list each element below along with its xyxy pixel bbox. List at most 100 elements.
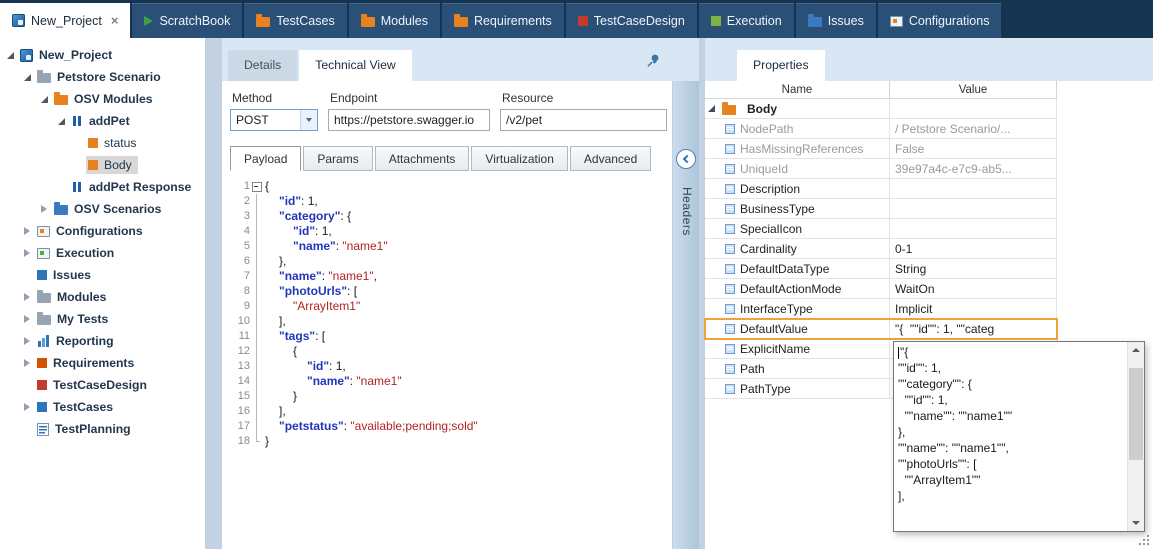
resize-grip[interactable] — [1138, 534, 1151, 547]
collapse-arrow-icon[interactable] — [21, 335, 33, 347]
popup-line: ""id"": 1, — [898, 392, 1123, 408]
outline-marker — [250, 359, 263, 374]
outline-marker — [250, 269, 263, 284]
outline-marker[interactable] — [250, 179, 263, 194]
tree-item-reporting[interactable]: Reporting — [0, 330, 205, 352]
tab-params[interactable]: Params — [303, 146, 372, 171]
tab-testcasedesign[interactable]: TestCaseDesign — [566, 3, 697, 38]
property-row-interfacetype[interactable]: InterfaceType Implicit — [705, 299, 1057, 319]
tab-technical-view[interactable]: Technical View — [299, 50, 411, 81]
endpoint-input[interactable] — [328, 109, 490, 131]
tree-item-requirements[interactable]: Requirements — [0, 352, 205, 374]
close-tab-icon[interactable]: × — [111, 14, 119, 27]
popup-text[interactable]: "{""id"": 1,""category"": { ""id"": 1, "… — [895, 343, 1126, 530]
chevron-down-icon[interactable] — [300, 110, 317, 130]
tab-configurations[interactable]: Configurations — [878, 3, 1002, 38]
property-row-defaultvalue[interactable]: DefaultValue "{ ""id"": 1, ""categ — [705, 319, 1057, 339]
code-lines[interactable]: {"id": 1,"category": {"id": 1,"name": "n… — [263, 179, 672, 449]
expand-arrow-icon[interactable] — [21, 71, 33, 83]
collapse-arrow-icon[interactable] — [21, 225, 33, 237]
expand-arrow-icon[interactable] — [38, 93, 50, 105]
outline-marker — [250, 254, 263, 269]
scrollbar-thumb[interactable] — [1129, 368, 1143, 460]
tab-payload[interactable]: Payload — [230, 146, 301, 171]
tab-testcases[interactable]: TestCases — [244, 3, 346, 38]
method-select[interactable]: POST — [230, 109, 318, 131]
popup-scrollbar[interactable] — [1127, 342, 1144, 531]
tree-item-testcases[interactable]: TestCases — [0, 396, 205, 418]
tree-item-testplanning[interactable]: TestPlanning — [0, 418, 205, 440]
tree-item-osv-modules[interactable]: OSV Modules — [0, 88, 205, 110]
headers-collapsed-panel[interactable]: Headers — [672, 81, 699, 549]
collapse-arrow-icon[interactable] — [21, 291, 33, 303]
tree-item-osv-scenarios[interactable]: OSV Scenarios — [0, 198, 205, 220]
collapse-arrow-icon[interactable] — [21, 401, 33, 413]
resource-input[interactable] — [500, 109, 667, 131]
pin-icon[interactable] — [645, 53, 661, 69]
payload-editor[interactable]: 123456789101112131415161718 {"id": 1,"ca… — [230, 173, 672, 449]
tree-item-new-project[interactable]: New_Project — [0, 44, 205, 66]
execution-icon — [711, 16, 721, 26]
config-icon — [890, 16, 903, 27]
tab-properties[interactable]: Properties — [737, 50, 825, 81]
tab-label: Requirements — [474, 14, 552, 28]
popup-line: ""id"": 1, — [898, 360, 1123, 376]
tree-item-addpet-response[interactable]: addPet Response — [0, 176, 205, 198]
outline-marker — [250, 329, 263, 344]
folder-icon — [256, 17, 270, 27]
tab-new-project[interactable]: New_Project × — [0, 3, 130, 38]
property-row-hasmissingreferences[interactable]: HasMissingReferences False — [705, 139, 1057, 159]
tab-modules[interactable]: Modules — [349, 3, 440, 38]
collapse-arrow-icon[interactable] — [21, 247, 33, 259]
tree-item-my-tests[interactable]: My Tests — [0, 308, 205, 330]
line-numbers: 123456789101112131415161718 — [230, 179, 250, 449]
attribute-icon — [725, 244, 735, 254]
expand-arrow-icon[interactable] — [708, 105, 715, 112]
tree-indent — [72, 137, 84, 149]
tab-details[interactable]: Details — [228, 50, 297, 81]
main-tab-bar: New_Project × ScratchBook TestCases Modu… — [0, 0, 1153, 38]
collapse-arrow-icon[interactable] — [21, 313, 33, 325]
tab-scratchbook[interactable]: ScratchBook — [132, 3, 242, 38]
tree-item-issues[interactable]: Issues — [0, 264, 205, 286]
property-row-uniqueid[interactable]: UniqueId 39e97a4c-e7c9-ab5... — [705, 159, 1057, 179]
line-number: 3 — [230, 209, 250, 224]
requirements-icon — [37, 358, 47, 368]
expand-panel-button[interactable] — [676, 149, 696, 169]
property-row-defaultactionmode[interactable]: DefaultActionMode WaitOn — [705, 279, 1057, 299]
tab-requirements[interactable]: Requirements — [442, 3, 564, 38]
expand-arrow-icon[interactable] — [4, 49, 16, 61]
collapse-arrow-icon[interactable] — [21, 357, 33, 369]
defaultvalue-edit-field[interactable]: "{ ""id"": 1, ""categ — [890, 319, 1057, 338]
property-row-body[interactable]: Body — [705, 99, 1057, 119]
property-row-nodepath[interactable]: NodePath / Petstore Scenario/... — [705, 119, 1057, 139]
scroll-down-icon[interactable] — [1128, 515, 1144, 531]
property-row-specialicon[interactable]: SpecialIcon — [705, 219, 1057, 239]
tree-item-testcasedesign[interactable]: TestCaseDesign — [0, 374, 205, 396]
tree-item-configurations[interactable]: Configurations — [0, 220, 205, 242]
property-row-cardinality[interactable]: Cardinality 0-1 — [705, 239, 1057, 259]
scroll-up-icon[interactable] — [1128, 342, 1144, 358]
property-row-defaultdatatype[interactable]: DefaultDataType String — [705, 259, 1057, 279]
popup-line: "{ — [898, 344, 1123, 360]
tree-item-body[interactable]: Body — [0, 154, 205, 176]
endpoint-label: Endpoint — [328, 91, 490, 105]
tree-item-execution[interactable]: Execution — [0, 242, 205, 264]
property-row-businesstype[interactable]: BusinessType — [705, 199, 1057, 219]
line-number: 1 — [230, 179, 250, 194]
tab-advanced[interactable]: Advanced — [570, 146, 651, 171]
tree-item-status[interactable]: status — [0, 132, 205, 154]
operation-icon — [71, 181, 83, 193]
popup-line: ""ArrayItem1"" — [898, 472, 1123, 488]
attribute-icon — [725, 384, 735, 394]
expand-arrow-icon[interactable] — [55, 115, 67, 127]
tab-virtualization[interactable]: Virtualization — [471, 146, 567, 171]
tab-attachments[interactable]: Attachments — [375, 146, 470, 171]
tree-item-addpet[interactable]: addPet — [0, 110, 205, 132]
tab-execution[interactable]: Execution — [699, 3, 794, 38]
tab-issues[interactable]: Issues — [796, 3, 876, 38]
collapse-arrow-icon[interactable] — [38, 203, 50, 215]
tree-item-petstore-scenario[interactable]: Petstore Scenario — [0, 66, 205, 88]
property-row-description[interactable]: Description — [705, 179, 1057, 199]
tree-item-modules[interactable]: Modules — [0, 286, 205, 308]
